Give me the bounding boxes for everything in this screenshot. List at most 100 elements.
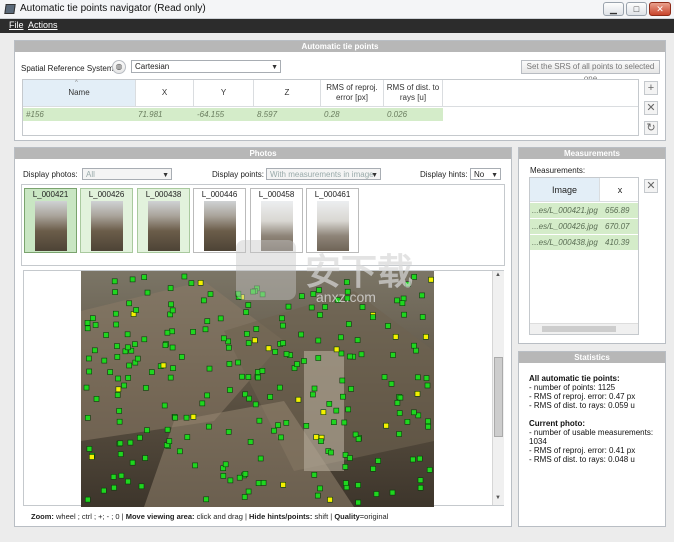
scrollbar-thumb[interactable] bbox=[494, 357, 503, 437]
watermark-logo bbox=[236, 240, 296, 300]
srs-select[interactable]: Cartesian ▼ bbox=[131, 60, 281, 73]
tie-point-marker bbox=[295, 396, 302, 403]
stats-all-title: All automatic tie points: bbox=[529, 374, 620, 383]
tie-point-marker bbox=[246, 395, 252, 402]
set-srs-button[interactable]: Set the SRS of all points to selected on… bbox=[521, 60, 660, 83]
tie-point-marker bbox=[117, 440, 124, 447]
measurements-hscrollbar[interactable] bbox=[530, 323, 638, 334]
tie-point-marker bbox=[167, 374, 174, 381]
minimize-button[interactable]: ▁ bbox=[603, 2, 624, 16]
viewer-scrollbar[interactable]: ▲ ▼ bbox=[492, 271, 504, 505]
remove-measurement-icon[interactable]: ✕ bbox=[644, 179, 658, 193]
tie-point-marker bbox=[410, 456, 416, 463]
thumbnail[interactable]: L_000426 bbox=[80, 188, 133, 253]
tie-point-marker bbox=[358, 351, 365, 358]
tie-point-marker bbox=[255, 369, 261, 375]
table-row[interactable]: #156 71.981 -64.155 8.597 0.28 0.026 bbox=[23, 108, 443, 121]
table-row[interactable]: ...es/L_000438.jpg 410.39 bbox=[530, 235, 638, 250]
tie-point-marker bbox=[167, 285, 174, 291]
tie-point-marker bbox=[423, 333, 429, 340]
tie-point-marker bbox=[383, 422, 390, 429]
tie-point-marker bbox=[132, 341, 138, 347]
column-rms-dist[interactable]: RMS of dist. to rays [u] bbox=[384, 80, 443, 106]
thumbnail[interactable]: L_000438 bbox=[137, 188, 190, 253]
tie-point-marker bbox=[84, 320, 91, 326]
display-hints-select[interactable]: No ▼ bbox=[470, 168, 501, 180]
column-x[interactable]: x bbox=[600, 178, 638, 202]
tie-point-marker bbox=[317, 485, 323, 492]
tie-point-marker bbox=[138, 483, 145, 490]
tie-point-marker bbox=[389, 489, 396, 496]
column-name[interactable]: Name bbox=[23, 80, 136, 106]
tie-point-marker bbox=[411, 342, 417, 349]
table-row[interactable]: ...es/L_000426.jpg 670.07 bbox=[530, 219, 638, 234]
tie-point-marker bbox=[280, 322, 286, 329]
maximize-button[interactable]: □ bbox=[626, 2, 647, 16]
stats-line: - number of usable measurements: bbox=[529, 428, 654, 437]
tie-point-marker bbox=[241, 494, 248, 500]
tie-point-marker bbox=[247, 439, 254, 445]
tie-point-marker bbox=[142, 455, 148, 461]
display-points-label: Display points: bbox=[212, 170, 265, 179]
tie-point-marker bbox=[86, 355, 92, 362]
tie-point-marker bbox=[126, 362, 132, 369]
tie-point-marker bbox=[206, 365, 213, 372]
scrollbar-thumb[interactable] bbox=[542, 326, 616, 332]
tie-point-marker bbox=[280, 340, 286, 346]
tie-point-marker bbox=[245, 488, 252, 495]
display-photos-select[interactable]: All ▼ bbox=[82, 168, 172, 180]
scroll-down-icon[interactable]: ▼ bbox=[495, 495, 501, 501]
tie-point-marker bbox=[192, 462, 198, 469]
tie-point-marker bbox=[92, 347, 98, 354]
column-image[interactable]: Image bbox=[530, 178, 600, 202]
tie-point-marker bbox=[225, 429, 232, 435]
tie-point-marker bbox=[144, 289, 151, 296]
tie-point-marker bbox=[390, 352, 396, 358]
tie-point-marker bbox=[114, 343, 120, 349]
tie-point-marker bbox=[242, 471, 249, 477]
statistics-header: Statistics bbox=[519, 352, 665, 363]
table-header: Name X Y Z RMS of reproj. error [px] RMS… bbox=[23, 80, 638, 107]
tie-point-marker bbox=[308, 304, 315, 311]
remove-icon[interactable]: ✕ bbox=[644, 101, 658, 115]
tie-point-marker bbox=[226, 361, 233, 367]
column-x[interactable]: X bbox=[136, 80, 194, 106]
refresh-icon[interactable]: ↻ bbox=[644, 121, 658, 135]
tie-point-marker bbox=[113, 321, 119, 328]
tie-point-marker bbox=[426, 467, 433, 473]
tie-point-marker bbox=[227, 477, 234, 484]
column-y[interactable]: Y bbox=[194, 80, 254, 106]
tie-point-marker bbox=[298, 293, 305, 300]
display-points-select[interactable]: With measurements in image ▼ bbox=[266, 168, 381, 180]
window-title: Automatic tie points navigator (Read onl… bbox=[20, 3, 206, 14]
column-z[interactable]: Z bbox=[254, 80, 321, 106]
add-icon[interactable]: + bbox=[644, 81, 658, 95]
tie-point-marker bbox=[355, 499, 362, 506]
tie-point-marker bbox=[327, 496, 333, 503]
menu-actions[interactable]: Actions bbox=[28, 20, 58, 30]
tie-point-marker bbox=[179, 354, 185, 360]
thumbnail[interactable]: L_000421 bbox=[24, 188, 77, 253]
tie-point-marker bbox=[190, 414, 197, 420]
table-row[interactable]: ...es/L_000421.jpg 656.89 bbox=[530, 203, 638, 218]
tie-point-marker bbox=[425, 418, 431, 425]
tie-point-marker bbox=[400, 295, 407, 302]
photos-header: Photos bbox=[15, 148, 511, 159]
tie-point-marker bbox=[338, 350, 345, 357]
srs-label: Spatial Reference System bbox=[21, 64, 114, 73]
tie-point-marker bbox=[137, 434, 143, 441]
watermark-text: 安下载 bbox=[305, 252, 414, 293]
tie-point-marker bbox=[183, 414, 190, 421]
column-rms-reproj[interactable]: RMS of reproj. error [px] bbox=[321, 80, 384, 106]
tie-point-marker bbox=[345, 406, 352, 413]
tie-point-marker bbox=[169, 344, 176, 351]
scroll-up-icon[interactable]: ▲ bbox=[495, 272, 501, 278]
menu-file[interactable]: File bbox=[9, 20, 24, 30]
image-viewer[interactable]: ▲ ▼ bbox=[23, 270, 504, 507]
stats-line: - number of points: 1125 bbox=[529, 383, 616, 392]
tie-point-marker bbox=[116, 408, 122, 414]
close-button[interactable]: ✕ bbox=[649, 2, 671, 16]
tie-point-marker bbox=[311, 472, 318, 478]
display-photos-label: Display photos: bbox=[23, 170, 78, 179]
globe-icon[interactable]: ◍ bbox=[112, 60, 126, 74]
